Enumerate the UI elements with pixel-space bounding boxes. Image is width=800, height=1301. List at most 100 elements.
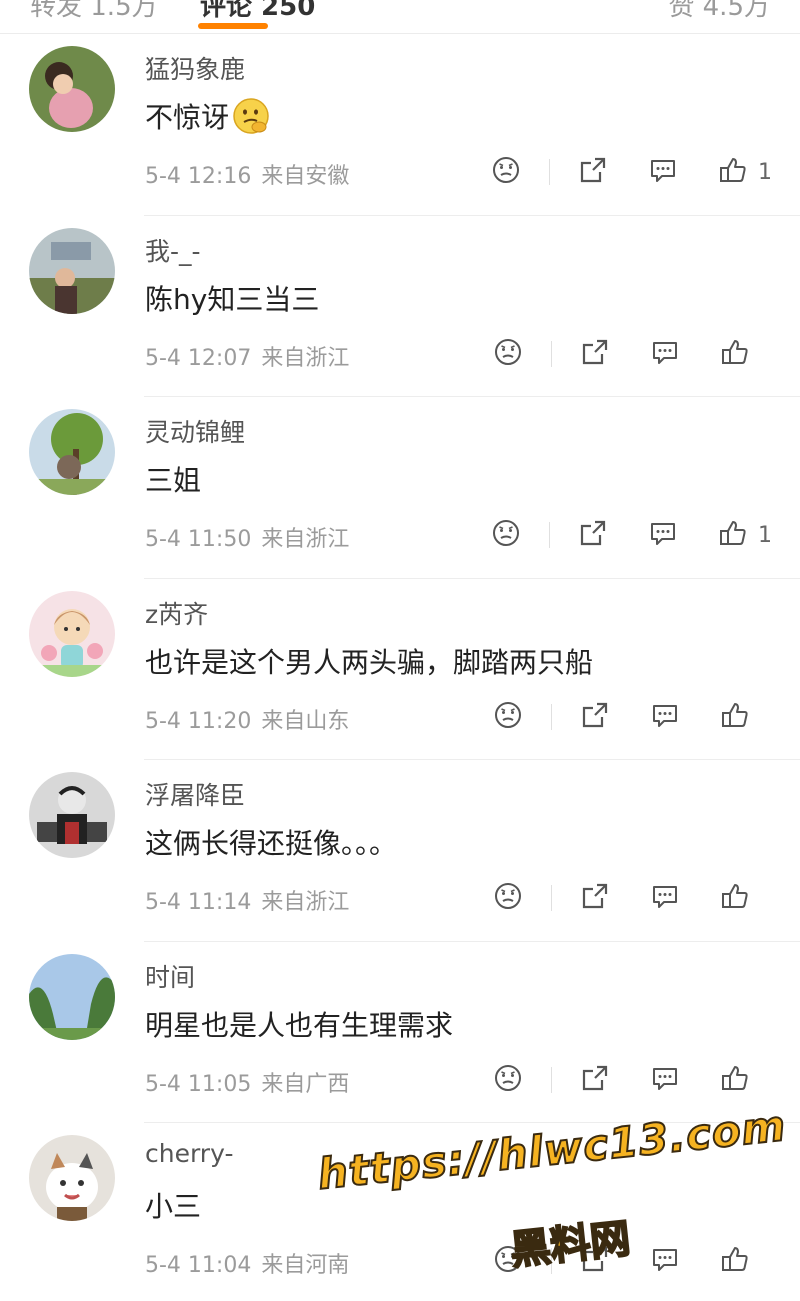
username[interactable]: 我-_- <box>145 232 201 268</box>
share-button[interactable] <box>578 515 608 555</box>
like-button[interactable] <box>720 878 772 918</box>
tab-likes[interactable]: 赞 4.5万 <box>668 0 770 23</box>
share-button[interactable] <box>578 152 608 192</box>
comment-item: 我-_- 陈hy知三当三 5-4 12:07 来自浙江 <box>0 216 800 397</box>
thumbs-up-icon <box>720 881 750 915</box>
avatar[interactable] <box>29 227 115 314</box>
dislike-button[interactable] <box>493 878 523 918</box>
reply-button[interactable] <box>650 878 680 918</box>
username[interactable]: 浮屠降臣 <box>145 776 245 812</box>
comment-list: 猛犸象鹿 不惊讶 5-4 12:16 来自安徽 1 我-_- 陈hy知三当三 5… <box>0 34 800 1301</box>
avatar[interactable] <box>29 953 115 1040</box>
like-button[interactable]: 1 <box>718 152 772 192</box>
comment-bubble-icon <box>650 881 680 915</box>
like-button[interactable] <box>720 1060 772 1100</box>
comment-actions <box>493 878 772 918</box>
divider <box>549 522 550 548</box>
tab-comments[interactable]: 评论 250 <box>200 0 315 23</box>
comment-bubble-icon <box>648 518 678 552</box>
reply-button[interactable] <box>650 334 680 374</box>
username[interactable]: z芮齐 <box>145 595 208 631</box>
comment-actions: 1 <box>491 515 772 555</box>
avatar[interactable] <box>29 1135 115 1221</box>
reply-button[interactable] <box>648 152 678 192</box>
dislike-button[interactable] <box>493 1060 523 1100</box>
thumbs-up-icon <box>720 700 750 734</box>
divider <box>551 340 552 367</box>
timestamp: 5-4 12:07 <box>145 345 252 371</box>
reply-button[interactable] <box>650 697 680 737</box>
share-button[interactable] <box>580 697 610 737</box>
username[interactable]: 猛犸象鹿 <box>145 50 245 86</box>
frown-face-icon <box>491 518 521 552</box>
dislike-button[interactable] <box>493 1241 523 1281</box>
like-button[interactable] <box>720 1241 772 1281</box>
dislike-button[interactable] <box>491 152 521 192</box>
comment-text: 三姐 <box>145 464 202 497</box>
reply-button[interactable] <box>648 515 678 555</box>
comment-item: cherry- 小三 5-4 11:04 来自河南 <box>0 1123 800 1301</box>
location: 来自河南 <box>261 1253 350 1278</box>
like-count: 1 <box>758 522 772 548</box>
comment-actions <box>493 334 772 374</box>
frown-face-icon <box>493 337 523 371</box>
username[interactable]: 时间 <box>145 958 195 994</box>
comment-meta: 5-4 11:14 来自浙江 <box>145 884 349 916</box>
share-button[interactable] <box>580 878 610 918</box>
tab-reposts[interactable]: 转发 1.5万 <box>30 0 158 23</box>
thumbs-up-icon <box>718 518 748 552</box>
username[interactable]: cherry- <box>145 1139 233 1168</box>
comment-meta: 5-4 11:50 来自浙江 <box>145 521 349 553</box>
comment-item: 猛犸象鹿 不惊讶 5-4 12:16 来自安徽 1 <box>0 34 800 216</box>
thumbs-up-icon <box>718 155 748 189</box>
timestamp: 5-4 11:50 <box>145 527 252 552</box>
timestamp: 5-4 11:20 <box>145 708 252 734</box>
share-button[interactable] <box>580 1241 610 1281</box>
divider <box>551 885 552 911</box>
location: 来自安徽 <box>261 164 350 189</box>
comment-item: 灵动锦鲤 三姐 5-4 11:50 来自浙江 1 <box>0 397 800 579</box>
comment-text: 小三 <box>145 1190 202 1223</box>
comment-bubble-icon <box>650 1063 680 1097</box>
avatar[interactable] <box>29 409 115 495</box>
avatar[interactable] <box>29 46 115 132</box>
location: 来自浙江 <box>261 345 350 371</box>
comment-meta: 5-4 12:07 来自浙江 <box>145 340 349 372</box>
share-icon <box>580 1063 610 1097</box>
divider <box>551 1066 552 1093</box>
comment-meta: 5-4 12:16 来自安徽 <box>145 158 349 190</box>
comment-bubble-icon <box>650 1244 680 1278</box>
location: 来自山东 <box>261 708 350 734</box>
reply-button[interactable] <box>650 1241 680 1281</box>
comment-text: 也许是这个男人两头骗，脚踏两只船 <box>145 645 594 679</box>
share-icon <box>580 337 610 371</box>
frown-face-icon <box>491 155 521 189</box>
thumbs-up-icon <box>720 1063 750 1097</box>
comment-text: 明星也是人也有生理需求 <box>145 1008 454 1042</box>
share-button[interactable] <box>580 1060 610 1100</box>
divider <box>551 1248 552 1274</box>
dislike-button[interactable] <box>491 515 521 555</box>
dislike-button[interactable] <box>493 697 523 737</box>
comment-text: 这俩长得还挺像。。。 <box>145 827 398 860</box>
like-button[interactable]: 1 <box>718 515 772 555</box>
comment-actions <box>493 1241 772 1281</box>
avatar[interactable] <box>29 772 115 858</box>
share-icon <box>580 881 610 915</box>
share-button[interactable] <box>580 334 610 374</box>
comment-item: z芮齐 也许是这个男人两头骗，脚踏两只船 5-4 11:20 来自山东 <box>0 579 800 760</box>
timestamp: 5-4 11:05 <box>145 1071 252 1097</box>
location: 来自广西 <box>261 1071 350 1097</box>
avatar[interactable] <box>29 590 115 677</box>
username[interactable]: 灵动锦鲤 <box>145 413 245 449</box>
like-button[interactable] <box>720 697 772 737</box>
comment-item: 时间 明星也是人也有生理需求 5-4 11:05 来自广西 <box>0 942 800 1123</box>
share-icon <box>578 155 608 189</box>
share-icon <box>580 700 610 734</box>
reply-button[interactable] <box>650 1060 680 1100</box>
tab-bar: 转发 1.5万 评论 250 赞 4.5万 <box>0 0 800 34</box>
dislike-button[interactable] <box>493 334 523 374</box>
share-icon <box>580 1244 610 1278</box>
frown-face-icon <box>493 1063 523 1097</box>
like-button[interactable] <box>720 334 772 374</box>
